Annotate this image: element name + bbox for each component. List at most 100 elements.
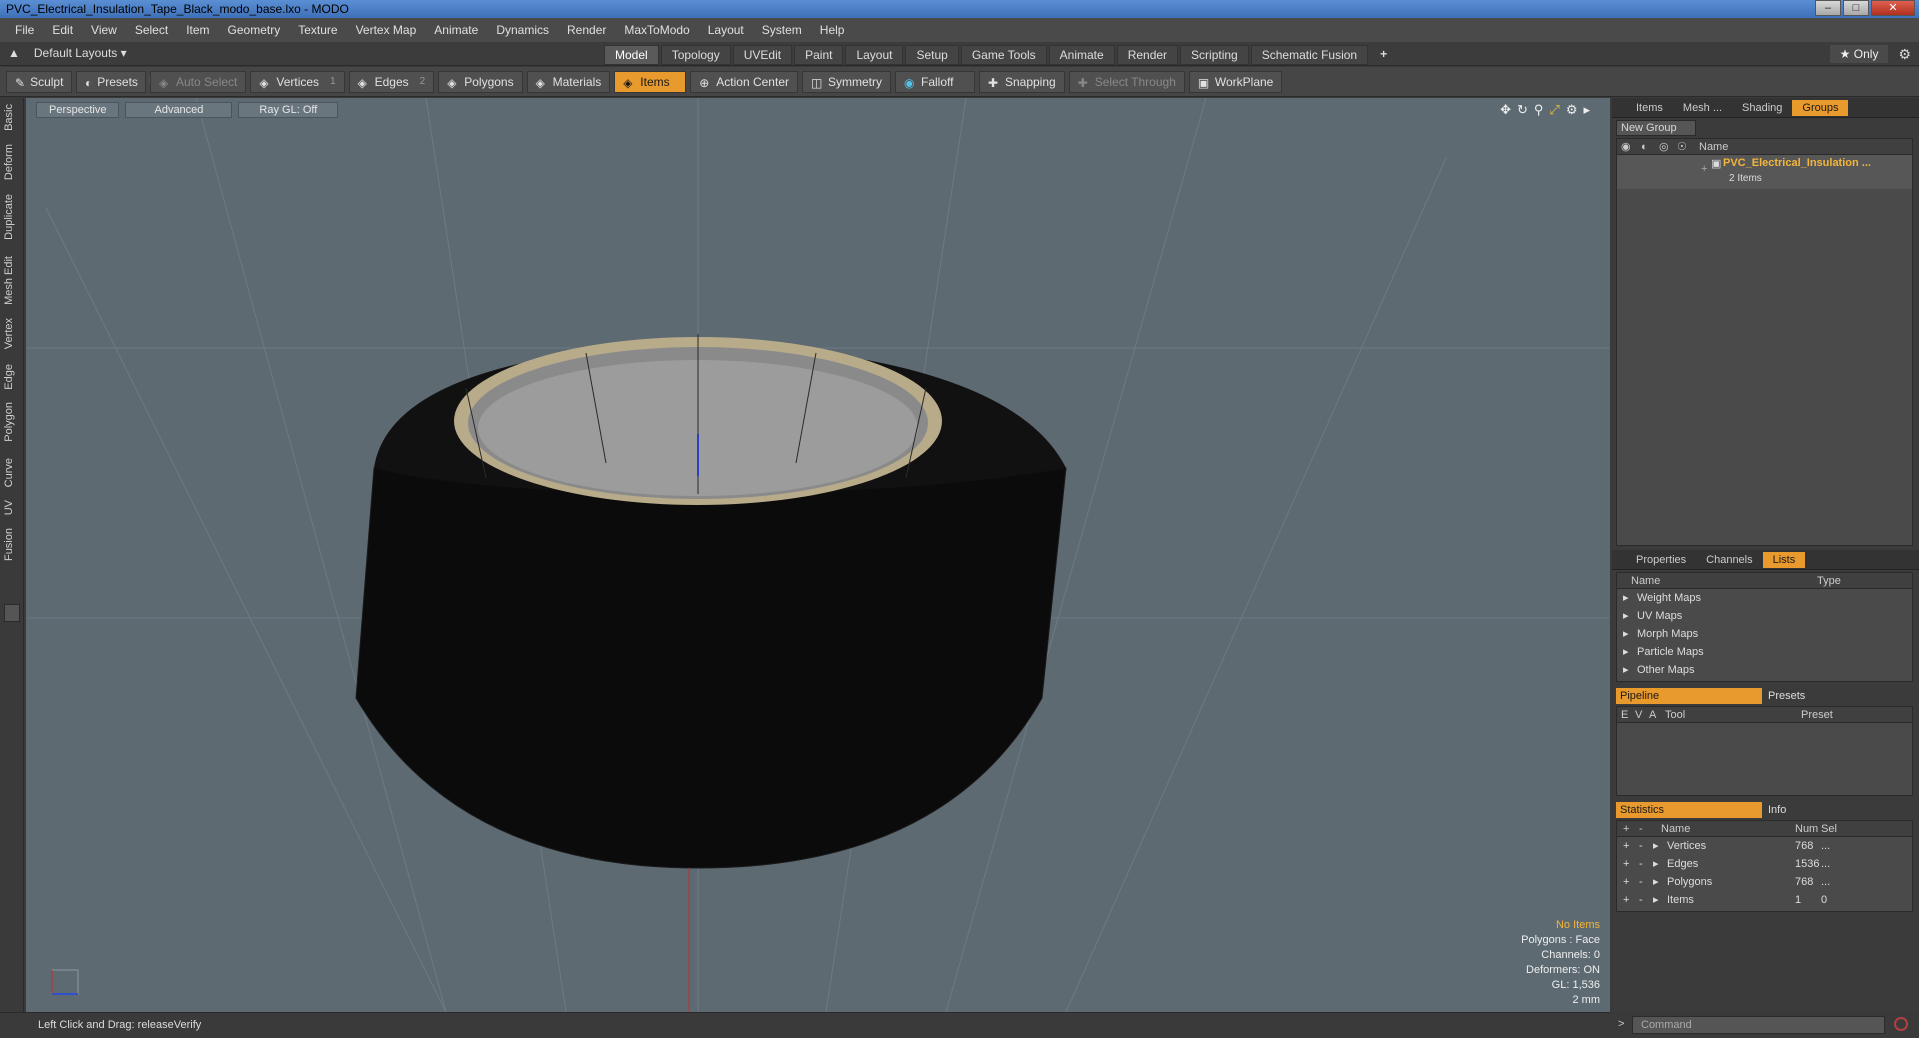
add-icon[interactable]: + xyxy=(1623,891,1629,909)
tab-lists[interactable]: Lists xyxy=(1762,551,1806,568)
select-through-button[interactable]: ✚ Select Through xyxy=(1068,70,1185,93)
materials-button[interactable]: ◈ Materials xyxy=(526,70,611,93)
symmetry-button[interactable]: ◫ Symmetry xyxy=(801,70,891,93)
strip-handle[interactable] xyxy=(4,604,20,622)
menu-maxtomodo[interactable]: MaxToModo xyxy=(615,23,698,37)
stats-row[interactable]: + - ▸ Polygons 768 ... xyxy=(1617,873,1912,891)
remove-icon[interactable]: - xyxy=(1639,873,1643,891)
tab-model[interactable]: Model xyxy=(604,45,659,65)
strip-tab-polygon[interactable]: Polygon xyxy=(3,402,15,442)
remove-icon[interactable]: - xyxy=(1639,837,1643,855)
expand-arrow-icon[interactable]: ▸ xyxy=(1653,873,1659,891)
menu-item[interactable]: Item xyxy=(177,23,218,37)
strip-tab-basic[interactable]: Basic xyxy=(3,104,15,131)
add-icon[interactable]: + xyxy=(1623,837,1629,855)
strip-tab-vertex[interactable]: Vertex xyxy=(3,318,15,349)
list-item[interactable]: ▸ UV Maps xyxy=(1617,607,1912,625)
tab-groups[interactable]: Groups xyxy=(1792,99,1849,116)
fit-icon[interactable]: ⤢ xyxy=(1549,102,1559,118)
tab-paint[interactable]: Paint xyxy=(794,45,844,65)
tab-mesh[interactable]: Mesh ... xyxy=(1673,100,1732,116)
default-layouts-dropdown[interactable]: Default Layouts ▾ xyxy=(34,46,127,60)
workplane-button[interactable]: ▣ WorkPlane xyxy=(1188,70,1283,93)
menu-dynamics[interactable]: Dynamics xyxy=(487,23,558,37)
group-expand-icon[interactable]: + xyxy=(1701,163,1707,175)
items-button[interactable]: ◈ Items xyxy=(614,70,687,93)
snapping-button[interactable]: ✚ Snapping xyxy=(978,70,1065,93)
tab-layout[interactable]: Layout xyxy=(845,45,904,65)
raygl-toggle[interactable]: Ray GL: Off xyxy=(238,102,339,118)
tab-shading[interactable]: Shading xyxy=(1732,100,1792,116)
strip-tab-uv[interactable]: UV xyxy=(3,500,15,515)
auto-select-button[interactable]: ◈ Auto Select xyxy=(150,70,247,93)
3d-viewport[interactable]: Perspective Advanced Ray GL: Off ✥ ↻ ⚲ ⤢… xyxy=(26,98,1610,1012)
strip-tab-mesh-edit[interactable]: Mesh Edit xyxy=(3,256,15,305)
tab-schematic-fusion[interactable]: Schematic Fusion xyxy=(1250,45,1369,65)
new-group-button[interactable]: New Group xyxy=(1616,120,1696,136)
command-input[interactable]: Command xyxy=(1632,1016,1885,1034)
tab-presets[interactable]: Presets xyxy=(1762,688,1805,704)
zoom-icon[interactable]: ⚲ xyxy=(1534,102,1544,118)
close-button[interactable]: ✕ xyxy=(1871,0,1915,16)
stats-row[interactable]: + - ▸ Edges 1536 ... xyxy=(1617,855,1912,873)
expand-arrow-icon[interactable]: ▸ xyxy=(1653,837,1659,855)
tab-info[interactable]: Info xyxy=(1762,802,1786,818)
add-tab-button[interactable]: + xyxy=(1370,45,1397,65)
menu-help[interactable]: Help xyxy=(811,23,854,37)
record-icon[interactable] xyxy=(1894,1017,1908,1031)
strip-tab-edge[interactable]: Edge xyxy=(3,364,15,390)
only-toggle[interactable]: ★ Only xyxy=(1829,45,1889,63)
tab-setup[interactable]: Setup xyxy=(905,45,959,65)
viewport-menu-arrow-icon[interactable]: ▸ xyxy=(1583,102,1590,118)
rotate-icon[interactable]: ↻ xyxy=(1517,102,1528,118)
edges-button[interactable]: ◈ Edges 2 xyxy=(348,70,435,93)
add-icon[interactable]: + xyxy=(1623,873,1629,891)
menu-geometry[interactable]: Geometry xyxy=(219,23,290,37)
menu-layout[interactable]: Layout xyxy=(699,23,753,37)
menu-vertex-map[interactable]: Vertex Map xyxy=(347,23,426,37)
action-center-button[interactable]: ⊕ Action Center xyxy=(690,70,798,93)
perspective-dropdown[interactable]: Perspective xyxy=(36,102,120,118)
list-item[interactable]: ▸ Particle Maps xyxy=(1617,643,1912,661)
minimize-button[interactable]: – xyxy=(1815,0,1841,16)
menu-system[interactable]: System xyxy=(753,23,811,37)
menu-file[interactable]: File xyxy=(6,23,43,37)
remove-icon[interactable]: - xyxy=(1639,891,1643,909)
tab-topology[interactable]: Topology xyxy=(660,45,731,65)
expand-arrow-icon[interactable]: ▸ xyxy=(1653,891,1659,909)
maximize-button[interactable]: □ xyxy=(1843,0,1869,16)
menu-select[interactable]: Select xyxy=(126,23,177,37)
tab-uvedit[interactable]: UVEdit xyxy=(732,45,793,65)
menu-view[interactable]: View xyxy=(82,23,126,37)
gear-icon[interactable]: ⚙ xyxy=(1898,46,1911,63)
tab-animate[interactable]: Animate xyxy=(1048,45,1115,65)
strip-tab-duplicate[interactable]: Duplicate xyxy=(3,194,15,240)
remove-icon[interactable]: - xyxy=(1639,855,1643,873)
group-row[interactable]: + ▣ PVC_Electrical_Insulation ... 2 Item… xyxy=(1617,155,1912,189)
tab-properties[interactable]: Properties xyxy=(1626,552,1696,568)
polygons-button[interactable]: ◈ Polygons xyxy=(438,70,523,93)
tab-channels[interactable]: Channels xyxy=(1696,552,1762,568)
strip-tab-deform[interactable]: Deform xyxy=(3,144,15,180)
tab-pipeline[interactable]: Pipeline xyxy=(1616,688,1762,704)
strip-tab-fusion[interactable]: Fusion xyxy=(3,528,15,561)
stats-row[interactable]: + - ▸ Vertices 768 ... xyxy=(1617,837,1912,855)
tab-statistics[interactable]: Statistics xyxy=(1616,802,1762,818)
menu-render[interactable]: Render xyxy=(558,23,615,37)
presets-button[interactable]: ◐ Presets F6 xyxy=(76,70,161,93)
layout-switch-icon[interactable]: ▲ xyxy=(8,46,20,60)
list-item[interactable]: ▸ Other Maps xyxy=(1617,661,1912,679)
advanced-dropdown[interactable]: Advanced xyxy=(125,102,233,118)
vertices-button[interactable]: ◈ Vertices 1 xyxy=(250,70,345,93)
falloff-button[interactable]: ◉ Falloff xyxy=(894,70,975,93)
strip-tab-curve[interactable]: Curve xyxy=(3,458,15,487)
menu-edit[interactable]: Edit xyxy=(43,23,82,37)
tab-items[interactable]: Items xyxy=(1626,100,1673,116)
tab-scripting[interactable]: Scripting xyxy=(1180,45,1249,65)
tab-render[interactable]: Render xyxy=(1116,45,1179,65)
list-item[interactable]: ▸ Morph Maps xyxy=(1617,625,1912,643)
menu-texture[interactable]: Texture xyxy=(289,23,346,37)
viewport-gear-icon[interactable]: ⚙ xyxy=(1566,102,1578,118)
expand-arrow-icon[interactable]: ▸ xyxy=(1653,855,1659,873)
tab-game-tools[interactable]: Game Tools xyxy=(960,45,1047,65)
